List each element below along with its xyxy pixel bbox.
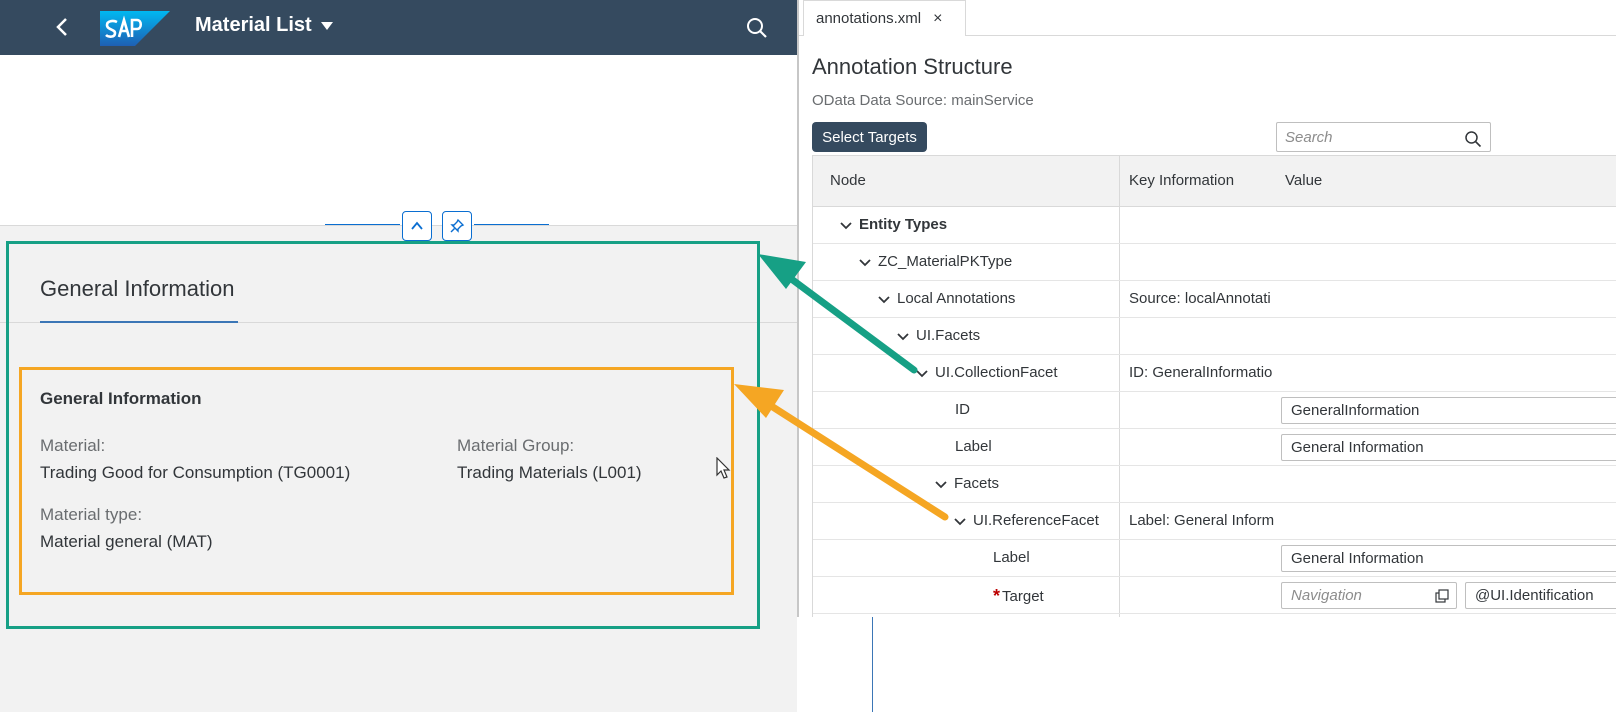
chevron-down-icon[interactable] [877,292,891,306]
tree-node: UI.Facets [896,327,980,344]
table-row[interactable]: Local Annotations Source: localAnnotati [813,281,1616,318]
value-input-label[interactable]: General Information [1281,434,1616,461]
tree-node: Entity Types [839,216,947,233]
node-label: Facets [954,475,1000,492]
close-icon[interactable]: × [933,10,942,28]
column-header-value: Value [1285,172,1323,189]
collapse-header-button[interactable] [402,211,432,241]
node-label: UI.Facets [916,327,981,344]
chevron-down-icon[interactable] [934,477,948,491]
field-label-material: Material: [40,436,106,455]
sap-logo[interactable] [100,11,170,46]
shell-search-button[interactable] [744,15,770,41]
node-label: UI.ReferenceFacet [973,512,1099,529]
value-help-icon[interactable] [1435,589,1449,603]
chevron-up-icon [411,221,423,230]
tree-node: UI.CollectionFacet [915,364,1058,381]
tree-node: ZC_MaterialPKType [858,253,1012,270]
subsection-title: General Information [40,389,202,408]
select-targets-button[interactable]: Select Targets [812,122,927,152]
table-header: Node Key Information Value [813,156,1616,207]
app-title: Material List [195,14,312,36]
table-row[interactable]: UI.ReferenceFacet Label: General Inform [813,503,1616,540]
section-tab-underline [40,321,238,323]
chevron-down-icon[interactable] [915,366,929,380]
editor-splitter-line [872,617,873,712]
tree-node: Facets [934,475,999,492]
value-input-label[interactable]: General Information [1281,545,1616,572]
key-information: ID: GeneralInformatio [1129,364,1273,381]
editor-title: Annotation Structure [812,54,1013,79]
chevron-down-icon[interactable] [953,514,967,528]
back-chevron-icon [56,18,67,36]
pin-header-button[interactable] [442,211,472,241]
field-label-material-type: Material type: [40,505,143,524]
node-label: Local Annotations [897,290,1016,307]
pin-icon [450,218,465,233]
tree-node: UI.ReferenceFacet [953,512,1099,529]
header-divider-right [474,224,549,225]
table-row[interactable]: * Target Navigation @UI.Identification [813,577,1616,614]
required-marker: * [993,586,1001,606]
editor-tab-strip: annotations.xml × [799,0,1616,36]
navigation-input[interactable]: Navigation [1281,582,1457,609]
table-row[interactable]: Label General Information [813,429,1616,466]
value-input-id[interactable]: GeneralInformation [1281,397,1616,424]
key-information: Label: General Inform [1129,512,1275,529]
tree-node: * Target [993,586,1044,607]
tree-node: Local Annotations [877,290,1015,307]
shell-bar: Material List [0,0,797,55]
table-row[interactable]: Facets [813,466,1616,503]
back-button[interactable] [48,12,78,42]
column-header-key-information: Key Information [1129,172,1235,189]
node-label: Target [1002,588,1044,605]
target-annotation-input[interactable]: @UI.Identification [1465,582,1616,609]
chevron-down-icon[interactable] [839,218,853,232]
search-placeholder: Search [1285,128,1333,146]
node-label: Entity Types [859,216,948,233]
search-input[interactable]: Search [1276,122,1491,152]
table-row[interactable]: ID GeneralInformation [813,392,1616,429]
node-label: Label [955,438,992,455]
section-tab-general-information[interactable]: General Information [40,276,234,302]
field-label-material-group: Material Group: [457,436,575,455]
app-title-menu[interactable]: Material List [195,14,334,37]
column-header-node: Node [830,172,866,189]
tree-node: Label [993,549,1030,566]
table-row[interactable]: UI.CollectionFacet ID: GeneralInformatio [813,355,1616,392]
object-page-app: Material List General Information Genera… [0,0,797,712]
caret-down-icon [320,21,333,30]
chevron-down-icon[interactable] [896,329,910,343]
node-label: Label [993,549,1030,566]
tab-annotations-xml[interactable]: annotations.xml × [803,0,966,36]
mouse-cursor-icon [716,457,731,479]
node-label: ID [955,401,970,418]
header-divider-left [325,224,400,225]
table-row[interactable]: ZC_MaterialPKType [813,244,1616,281]
navigation-placeholder: Navigation [1291,587,1362,604]
tree-node: ID [955,401,970,418]
field-value-material-group: Trading Materials (L001) [457,463,642,482]
annotation-tree-table: Node Key Information Value Entity Types … [812,155,1616,617]
key-information: Source: localAnnotati [1129,290,1271,307]
annotation-editor: annotations.xml × Annotation Structure O… [797,0,1616,617]
table-row[interactable]: Entity Types [813,207,1616,244]
field-value-material: Trading Good for Consumption (TG0001) [40,463,351,482]
table-row[interactable]: Label General Information [813,540,1616,577]
chevron-down-icon[interactable] [858,255,872,269]
node-label: ZC_MaterialPKType [878,253,1013,270]
node-label: UI.CollectionFacet [935,364,1058,381]
search-icon [747,18,767,38]
tab-label: annotations.xml [816,10,922,27]
table-row[interactable]: UI.Facets [813,318,1616,355]
datasource-label: OData Data Source: mainService [812,92,1034,109]
object-page-header [0,55,797,226]
field-value-material-type: Material general (MAT) [40,532,213,551]
search-icon[interactable] [1464,130,1482,148]
tree-node: Label [955,438,992,455]
